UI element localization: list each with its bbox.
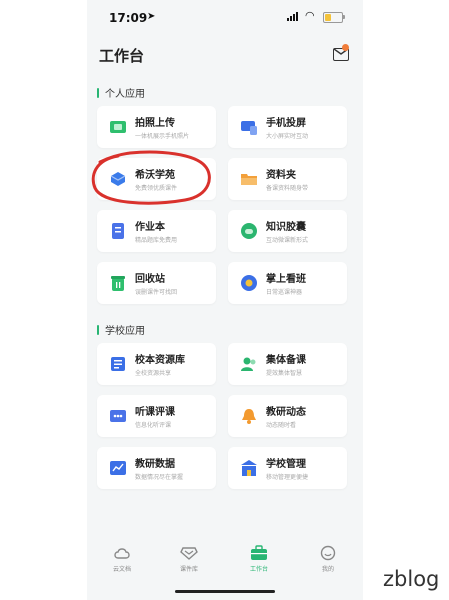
app-name: 知识胶囊 [266, 222, 306, 233]
app-name: 教研动态 [266, 407, 306, 418]
homework-icon [112, 223, 124, 239]
app-card-recycle-bin[interactable]: 回收站 误删课件可找回 [97, 262, 216, 304]
app-card-seewo-academy[interactable]: 希沃学苑 免费领优质课件 [97, 158, 216, 200]
app-name: 作业本 [135, 222, 165, 233]
status-bar: 17:09 ➤ ◠ [87, 0, 363, 34]
section-school-apps: 学校应用 [97, 322, 145, 337]
signal-icon [287, 12, 298, 21]
app-desc: 动态随时看 [266, 422, 297, 429]
app-card-homework[interactable]: 作业本 精品题库免费用 [97, 210, 216, 252]
recycle-bin-icon [111, 276, 125, 291]
courseware-icon [180, 547, 198, 560]
location-arrow-icon: ➤ [147, 11, 156, 22]
app-name: 掌上看班 [266, 274, 306, 285]
tab-label: 我的 [321, 566, 334, 573]
app-card-research-news[interactable]: 教研动态 动态随时看 [228, 395, 347, 437]
tab-cloud-docs[interactable]: 云文档 [97, 545, 147, 573]
bottom-tab-bar: 云文档 课件库 工作台 我的 [87, 535, 363, 585]
app-desc: 信息化听评课 [135, 422, 172, 429]
home-indicator [175, 590, 275, 593]
wifi-icon: ◠ [305, 9, 315, 22]
app-desc: 备课资料随身带 [266, 185, 309, 192]
section-personal-apps: 个人应用 [97, 85, 145, 100]
app-name: 教研数据 [135, 459, 175, 470]
status-time: 17:09 [109, 11, 148, 25]
app-name: 集体备课 [266, 355, 306, 366]
app-desc: 提效集体智慧 [266, 370, 303, 377]
workbench-icon [251, 545, 267, 560]
app-card-group-prep[interactable]: 集体备课 提效集体智慧 [228, 343, 347, 385]
app-name: 校本资源库 [135, 355, 185, 366]
app-name: 学校管理 [266, 459, 306, 470]
knowledge-capsule-icon [241, 223, 257, 239]
screen-cast-icon [241, 121, 257, 135]
app-name: 回收站 [135, 274, 165, 285]
app-desc: 误删课件可找回 [135, 289, 178, 296]
app-name: 手机投屏 [266, 118, 306, 129]
folder-icon [241, 174, 257, 185]
tab-workbench[interactable]: 工作台 [234, 545, 284, 573]
phone-screen: 17:09 ➤ ◠ 工作台 个人应用 拍照上传 一体机展示手机照片 手机投屏 大… [87, 0, 363, 600]
lesson-review-icon [110, 410, 126, 422]
section-title: 学校应用 [105, 326, 145, 337]
app-card-school-management[interactable]: 学校管理 移动管理更便捷 [228, 447, 347, 489]
app-desc: 互动微课新形式 [266, 237, 309, 244]
section-title: 个人应用 [105, 89, 145, 100]
profile-icon [320, 545, 336, 561]
research-data-icon [110, 461, 126, 475]
tab-label: 工作台 [249, 566, 268, 573]
school-management-icon [241, 460, 257, 476]
message-badge [342, 44, 349, 51]
app-name: 拍照上传 [135, 118, 175, 129]
app-card-screen-cast[interactable]: 手机投屏 大小屏实时互动 [228, 106, 347, 148]
page-title: 工作台 [99, 47, 145, 65]
watermark-text: zblog [383, 567, 440, 591]
cloud-doc-icon [114, 548, 130, 559]
tab-label: 云文档 [112, 566, 131, 573]
research-news-icon [242, 409, 256, 424]
section-accent-bar [97, 87, 99, 98]
tab-courseware[interactable]: 课件库 [164, 545, 214, 573]
app-desc: 大小屏实时互动 [266, 133, 309, 140]
app-desc: 精品题库免费用 [135, 237, 178, 244]
tab-profile[interactable]: 我的 [303, 545, 353, 573]
app-desc: 免费领优质课件 [135, 185, 178, 192]
resource-library-icon [111, 357, 125, 371]
app-card-lesson-review[interactable]: 听课评课 信息化听评课 [97, 395, 216, 437]
app-card-class-monitor[interactable]: 掌上看班 日常巡课神器 [228, 262, 347, 304]
app-card-knowledge-capsule[interactable]: 知识胶囊 互动微课新形式 [228, 210, 347, 252]
class-monitor-icon [241, 275, 257, 291]
battery-icon [323, 12, 345, 23]
group-prep-icon [241, 357, 256, 371]
app-desc: 日常巡课神器 [266, 289, 303, 296]
app-desc: 一体机展示手机照片 [135, 133, 190, 140]
app-desc: 全校资源共享 [135, 370, 172, 377]
app-card-folder[interactable]: 资料夹 备课资料随身带 [228, 158, 347, 200]
app-card-photo-upload[interactable]: 拍照上传 一体机展示手机照片 [97, 106, 216, 148]
app-desc: 数据情况尽在掌握 [135, 474, 184, 481]
app-desc: 移动管理更便捷 [266, 474, 309, 481]
tab-label: 课件库 [179, 566, 198, 573]
section-accent-bar [97, 324, 99, 335]
app-card-research-data[interactable]: 教研数据 数据情况尽在掌握 [97, 447, 216, 489]
app-name: 希沃学苑 [135, 170, 175, 181]
app-name: 听课评课 [135, 407, 175, 418]
app-card-resource-library[interactable]: 校本资源库 全校资源共享 [97, 343, 216, 385]
seewo-academy-icon [110, 172, 126, 186]
camera-upload-icon [110, 121, 126, 133]
app-name: 资料夹 [266, 170, 296, 181]
